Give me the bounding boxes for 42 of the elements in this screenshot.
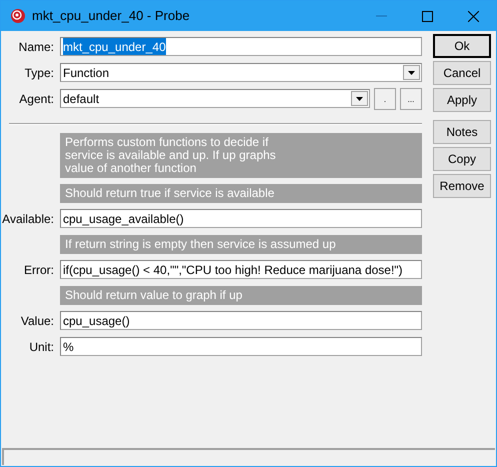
field-value: mkt_cpu_under_40 [63, 38, 166, 55]
close-icon [468, 10, 478, 22]
input-field[interactable]: % [60, 337, 422, 356]
info-banner: If return string is empty then service is assumed up [60, 235, 422, 254]
dialog-button[interactable]: Copy [433, 147, 491, 171]
dialog-button[interactable]: Notes [433, 120, 491, 144]
maximize-icon [422, 10, 432, 22]
input-field[interactable]: cpu_usage_available() [60, 209, 422, 228]
agent-button[interactable]: ... [400, 88, 422, 110]
dropdown-arrow-button[interactable] [403, 65, 420, 80]
dialog-button[interactable]: Apply [433, 88, 491, 112]
agent-button[interactable]: . [374, 88, 396, 110]
dropdown-value: Function [63, 64, 110, 81]
dialog-button[interactable]: Ok [433, 34, 491, 58]
field-label: Available: [1, 210, 54, 228]
field-value: cpu_usage_available() [63, 210, 184, 227]
input-field[interactable]: cpu_usage() [60, 311, 422, 330]
field-label: Agent: [18, 90, 54, 108]
dropdown-value: default [63, 90, 100, 107]
app-icon [10, 8, 26, 24]
field-value: % [63, 338, 74, 355]
dialog-button[interactable]: Cancel [433, 61, 491, 85]
field-value: cpu_usage() [63, 312, 130, 329]
field-label: Value: [20, 312, 54, 330]
window-title: mkt_cpu_under_40 - Probe [32, 7, 190, 26]
field-label: Error: [23, 262, 54, 278]
info-banner: Performs custom functions to decide if service is available and up. If up graphs value of another function [60, 133, 422, 178]
dropdown[interactable]: Function [60, 63, 422, 82]
info-banner: Should return value to graph if up [60, 286, 422, 305]
minimize-icon [376, 15, 386, 17]
dropdown[interactable]: default [60, 89, 370, 108]
field-label: Type: [24, 64, 54, 82]
input-field[interactable]: mkt_cpu_under_40 [60, 37, 422, 56]
field-label: Unit: [28, 338, 54, 356]
input-field[interactable]: if(cpu_usage() < 40,"","CPU too high! Reduce marijuana dose!") [60, 260, 422, 279]
dialog-button[interactable]: Remove [433, 174, 491, 198]
caret-icon [356, 96, 363, 100]
caret-icon [408, 70, 415, 74]
field-label: Name: [18, 38, 54, 56]
info-banner: Should return true if service is available [60, 184, 422, 203]
dropdown-arrow-button[interactable] [351, 91, 368, 106]
field-value: if(cpu_usage() < 40,"","CPU too high! Reduce marijuana dose!") [63, 262, 403, 278]
